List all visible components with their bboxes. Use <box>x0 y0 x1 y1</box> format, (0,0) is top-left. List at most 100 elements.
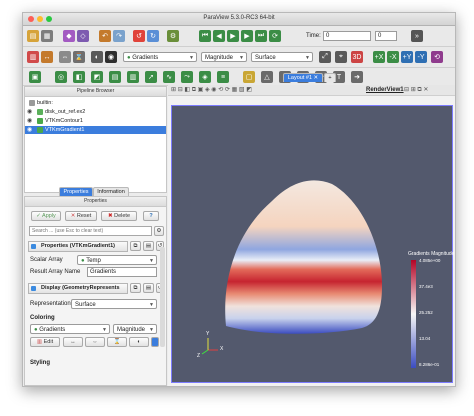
warp-vector-icon[interactable]: ⤳ <box>181 71 193 83</box>
camera-redo-icon[interactable]: ↻ <box>147 30 159 42</box>
rotate-icon[interactable]: ⟲ <box>431 51 443 63</box>
box-icon[interactable]: ▢ <box>243 71 255 83</box>
camera-undo-icon[interactable]: ↺ <box>133 30 145 42</box>
threshold-icon[interactable]: ▤ <box>109 71 121 83</box>
view-toolbar-icons[interactable]: ⊞ ⊟ ◧ ⧉ ▣ ◈ ◉ ⟲ ⟳ ▦ ▧ ◩ <box>171 86 252 94</box>
custom-range-icon[interactable]: ⇔ <box>59 51 71 63</box>
view-controls-icons[interactable]: ⊟ ⊞ ⧉ ✕ <box>404 86 428 94</box>
pipeline-item[interactable]: ◉ disk_out_ref.ex2 <box>25 108 166 116</box>
search-input[interactable] <box>29 226 152 236</box>
pipeline-item-label: VTKmGradient1 <box>45 127 85 133</box>
view-minus-y-icon[interactable]: -Y <box>415 51 427 63</box>
edit-colormap-button[interactable]: ▥ Edit <box>30 337 60 347</box>
pipeline-item[interactable]: builtin: <box>25 99 166 107</box>
result-array-field[interactable]: Gradients <box>87 267 157 277</box>
properties-scrollbar[interactable] <box>160 247 165 347</box>
coloring-array-selector[interactable]: ● Gradients ▼ <box>30 324 110 334</box>
section-display-label: Display (GeometryRepresents <box>41 285 120 291</box>
representation-selector[interactable]: Surface ▼ <box>251 52 313 62</box>
rescale-data-range-icon[interactable]: ↔ <box>63 337 83 347</box>
last-frame-icon[interactable]: ⏭ <box>255 30 267 42</box>
extract-level-icon[interactable]: ≡ <box>217 71 229 83</box>
view-plus-x-icon[interactable]: +X <box>373 51 385 63</box>
pipeline-browser-panel: Pipeline Browser builtin: ◉ disk_out_ref.e… <box>24 86 167 193</box>
apply-button[interactable]: ✓ Apply <box>31 211 61 221</box>
component-selector[interactable]: Magnitude ▼ <box>201 52 247 62</box>
toolbar-extension-icon[interactable]: » <box>411 30 423 42</box>
paste-properties-icon[interactable]: ▤ <box>143 241 154 251</box>
help-button[interactable]: ? <box>143 211 159 221</box>
next-frame-icon[interactable]: ▶ <box>241 30 253 42</box>
tab-layout-1[interactable]: Layout #1 ✕ <box>283 73 323 82</box>
disconnect-icon[interactable]: ◇ <box>77 30 89 42</box>
glyph-icon[interactable]: ➚ <box>145 71 157 83</box>
advanced-gear-icon[interactable]: ⚙ <box>154 226 164 236</box>
time-index-spinbox[interactable]: 0 <box>375 31 397 41</box>
tab-information[interactable]: Information <box>93 187 129 196</box>
time-value-field[interactable]: 0 <box>323 31 371 41</box>
view-toolbar: ⊞ ⊟ ◧ ⧉ ▣ ◈ ◉ ⟲ ⟳ ▦ ▧ ◩ RenderView1 ⊟ ⊞ … <box>168 85 455 96</box>
more-coloring-icon[interactable] <box>151 337 159 347</box>
delete-button[interactable]: ✖ Delete <box>101 211 137 221</box>
reset-camera-icon[interactable]: ⤢ <box>319 51 331 63</box>
clip-icon[interactable]: ◧ <box>73 71 85 83</box>
rescale-over-time-icon[interactable]: ⌛ <box>107 337 127 347</box>
open-file-icon[interactable]: ▤ <box>27 30 39 42</box>
copy-display-icon[interactable]: ⧉ <box>130 283 141 293</box>
loop-icon[interactable]: ⟳ <box>269 30 281 42</box>
chevron-down-icon: ▼ <box>239 55 244 61</box>
layout-tab-label: Layout #1 <box>287 75 313 81</box>
pipeline-item[interactable]: ◉ VTKmContour1 <box>25 117 166 125</box>
custom-data-range-icon[interactable]: ⇔ <box>85 337 105 347</box>
render-view[interactable]: Gradients Magnitude 4.085e+00 37.4e3 25.25… <box>171 105 454 383</box>
first-frame-icon[interactable]: ⏮ <box>199 30 211 42</box>
visibility-eye-icon[interactable]: ◉ <box>27 118 33 124</box>
slice-icon[interactable]: ◩ <box>91 71 103 83</box>
visibility-eye-icon[interactable]: ◉ <box>27 127 33 133</box>
play-icon[interactable]: ▶ <box>227 30 239 42</box>
add-layout-tab-button[interactable]: + <box>324 73 336 82</box>
visible-range-icon[interactable]: ◐ <box>91 51 103 63</box>
save-data-icon[interactable]: ▦ <box>41 30 53 42</box>
coloring-component-selector[interactable]: Magnitude ▼ <box>113 324 157 334</box>
view-plus-y-icon[interactable]: +Y <box>401 51 413 63</box>
undo-icon[interactable]: ↶ <box>99 30 111 42</box>
interaction-mode-icon[interactable]: 3D <box>351 51 363 63</box>
array-selector[interactable]: ● Gradients ▼ <box>123 52 197 62</box>
view-minus-x-icon[interactable]: -X <box>387 51 399 63</box>
visible-data-range-icon[interactable]: ◐ <box>129 337 149 347</box>
contour-icon[interactable]: ◎ <box>55 71 67 83</box>
stream-tracer-icon[interactable]: ∿ <box>163 71 175 83</box>
tab-properties[interactable]: Properties <box>59 187 93 196</box>
close-tab-icon[interactable]: ✕ <box>314 75 319 81</box>
arrow-source-icon[interactable]: ➜ <box>351 71 363 83</box>
eye-icon[interactable]: ◉ <box>105 51 117 63</box>
color-map-editor-icon[interactable]: ▥ <box>27 51 39 63</box>
copy-properties-icon[interactable]: ⧉ <box>130 241 141 251</box>
group-datasets-icon[interactable]: ◈ <box>199 71 211 83</box>
reset-button[interactable]: ✕ Reset <box>65 211 97 221</box>
colorbar-tick-label: 13.04 <box>419 336 431 341</box>
connect-icon[interactable]: ◆ <box>63 30 75 42</box>
coloring-label: Coloring <box>30 315 55 321</box>
extract-subset-icon[interactable]: ▥ <box>127 71 139 83</box>
previous-frame-icon[interactable]: ◀ <box>213 30 225 42</box>
render-view-label: RenderView1 <box>366 87 404 93</box>
representation-field[interactable]: Surface ▼ <box>71 299 157 309</box>
calculator-icon[interactable]: ▣ <box>29 71 41 83</box>
reset-range-icon[interactable]: ↔ <box>41 51 53 63</box>
scalar-array-selector[interactable]: ● Temp ▼ <box>77 255 157 265</box>
animation-settings-icon[interactable]: ⚙ <box>167 30 179 42</box>
paste-display-icon[interactable]: ▤ <box>143 283 154 293</box>
rescale-time-icon[interactable]: ⌛ <box>73 51 85 63</box>
chevron-down-icon: ▼ <box>305 55 310 61</box>
zoom-to-data-icon[interactable]: ⌖ <box>335 51 347 63</box>
pipeline-item[interactable]: ◉ VTKmGradient1 <box>25 126 166 134</box>
colorbar-tick-label: 37.4e3 <box>419 284 433 289</box>
section-properties[interactable]: Properties (VTKmGradient1) <box>28 241 128 252</box>
redo-icon[interactable]: ↷ <box>113 30 125 42</box>
visibility-eye-icon[interactable]: ◉ <box>27 109 33 115</box>
section-display[interactable]: Display (GeometryRepresents <box>28 283 128 294</box>
cone-icon[interactable]: △ <box>261 71 273 83</box>
chevron-down-icon: ▼ <box>149 258 154 264</box>
